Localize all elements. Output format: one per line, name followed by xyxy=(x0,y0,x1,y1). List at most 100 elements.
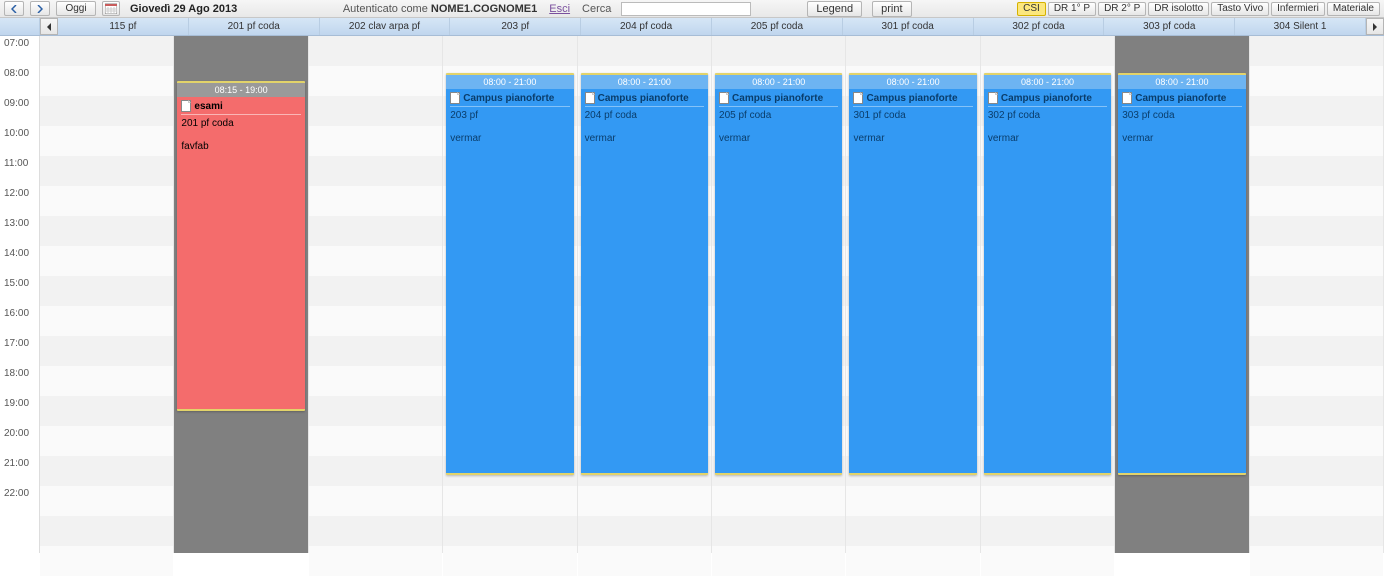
event-line: 301 pf coda xyxy=(853,110,972,121)
calendar-button[interactable] xyxy=(102,1,120,16)
search-label: Cerca xyxy=(582,3,611,15)
auth-text: Autenticato come NOME1.COGNOME1 xyxy=(343,3,537,15)
event-line: 204 pf coda xyxy=(585,110,704,121)
time-label: 15:00 xyxy=(4,278,29,289)
column-header[interactable]: 201 pf coda xyxy=(189,18,320,35)
event-title: Campus pianoforte xyxy=(1135,93,1226,104)
next-button[interactable] xyxy=(30,1,50,16)
document-icon xyxy=(1122,92,1132,104)
view-button[interactable]: DR isolotto xyxy=(1148,2,1209,16)
calendar-column[interactable] xyxy=(309,36,443,553)
event-line xyxy=(1122,122,1241,132)
event-line: 201 pf coda xyxy=(181,118,300,129)
legend-button[interactable]: Legend xyxy=(807,1,862,17)
view-button[interactable]: Materiale xyxy=(1327,2,1380,16)
time-row: 08:00 xyxy=(0,66,39,96)
calendar-column[interactable]: 08:00 - 21:00Campus pianoforte205 pf cod… xyxy=(712,36,846,553)
column-headers: 115 pf201 pf coda202 clav arpa pf203 pf2… xyxy=(58,18,1366,35)
calendar-icon xyxy=(105,3,117,14)
column-header[interactable]: 203 pf xyxy=(450,18,581,35)
calendar-column[interactable] xyxy=(40,36,174,553)
event-title: Campus pianoforte xyxy=(463,93,554,104)
time-row: 07:00 xyxy=(0,36,39,66)
view-button[interactable]: DR 2° P xyxy=(1098,2,1146,16)
calendar-column[interactable]: 08:00 - 21:00Campus pianoforte303 pf cod… xyxy=(1115,36,1249,553)
time-row: 22:00 xyxy=(0,486,39,516)
calendar-column[interactable] xyxy=(1250,36,1384,553)
calendar-column[interactable]: 08:00 - 21:00Campus pianoforte302 pf cod… xyxy=(981,36,1115,553)
column-header-row: 115 pf201 pf coda202 clav arpa pf203 pf2… xyxy=(0,18,1384,36)
time-label: 18:00 xyxy=(4,368,29,379)
event-line: vermar xyxy=(450,133,569,144)
time-gutter-head xyxy=(0,18,40,35)
calendar-column[interactable]: 08:00 - 21:00Campus pianoforte301 pf cod… xyxy=(846,36,980,553)
event-title: Campus pianoforte xyxy=(1001,93,1092,104)
time-label: 19:00 xyxy=(4,398,29,409)
event-time: 08:00 - 21:00 xyxy=(446,75,573,89)
event-time: 08:00 - 21:00 xyxy=(715,75,842,89)
calendar-grid: 07:0008:0009:0010:0011:0012:0013:0014:00… xyxy=(0,36,1384,553)
time-label: 21:00 xyxy=(4,458,29,469)
time-label: 20:00 xyxy=(4,428,29,439)
calendar-event[interactable]: 08:00 - 21:00Campus pianoforte204 pf cod… xyxy=(581,73,708,475)
time-row: 14:00 xyxy=(0,246,39,276)
time-label: 10:00 xyxy=(4,128,29,139)
column-header[interactable]: 204 pf coda xyxy=(581,18,712,35)
event-line: vermar xyxy=(988,133,1107,144)
time-row: 15:00 xyxy=(0,276,39,306)
time-row: 13:00 xyxy=(0,216,39,246)
time-label: 17:00 xyxy=(4,338,29,349)
event-line: vermar xyxy=(1122,133,1241,144)
time-label: 12:00 xyxy=(4,188,29,199)
event-time: 08:00 - 21:00 xyxy=(581,75,708,89)
document-icon xyxy=(585,92,595,104)
search-input[interactable] xyxy=(621,2,751,16)
calendar-column[interactable]: 08:15 - 19:00esami201 pf codafavfab xyxy=(174,36,308,553)
calendar-event[interactable]: 08:00 - 21:00 Campus pianoforte 203 pf verm… xyxy=(446,73,573,475)
view-button[interactable]: CSI xyxy=(1017,2,1046,16)
column-header[interactable]: 304 Silent 1 xyxy=(1235,18,1366,35)
time-row: 16:00 xyxy=(0,306,39,336)
today-button[interactable]: Oggi xyxy=(56,1,96,16)
calendar-column[interactable]: 08:00 - 21:00Campus pianoforte204 pf cod… xyxy=(578,36,712,553)
time-row: 18:00 xyxy=(0,366,39,396)
event-time: 08:00 - 21:00 xyxy=(1118,75,1245,89)
view-button[interactable]: Infermieri xyxy=(1271,2,1325,16)
event-line: 203 pf xyxy=(450,110,569,121)
time-label: 16:00 xyxy=(4,308,29,319)
calendar-columns: 08:15 - 19:00esami201 pf codafavfab 08:00… xyxy=(40,36,1384,553)
calendar-event[interactable]: 08:00 - 21:00Campus pianoforte205 pf cod… xyxy=(715,73,842,475)
column-header[interactable]: 301 pf coda xyxy=(843,18,974,35)
calendar-event[interactable]: 08:00 - 21:00Campus pianoforte301 pf cod… xyxy=(849,73,976,475)
event-line xyxy=(450,122,569,132)
print-button[interactable]: print xyxy=(872,1,911,17)
calendar-column[interactable]: 08:00 - 21:00 Campus pianoforte 203 pf verm… xyxy=(443,36,577,553)
view-button[interactable]: DR 1° P xyxy=(1048,2,1096,16)
prev-button[interactable] xyxy=(4,1,24,16)
column-header[interactable]: 303 pf coda xyxy=(1104,18,1235,35)
scroll-right-button[interactable] xyxy=(1366,18,1384,35)
logout-link[interactable]: Esci xyxy=(549,3,570,15)
event-time: 08:00 - 21:00 xyxy=(984,75,1111,89)
event-title: Campus pianoforte xyxy=(866,93,957,104)
column-header[interactable]: 115 pf xyxy=(58,18,189,35)
calendar-event[interactable]: 08:00 - 21:00Campus pianoforte303 pf cod… xyxy=(1118,73,1245,475)
column-header[interactable]: 205 pf coda xyxy=(712,18,843,35)
document-icon xyxy=(450,92,460,104)
view-button[interactable]: Tasto Vivo xyxy=(1211,2,1269,16)
time-label: 22:00 xyxy=(4,488,29,499)
scroll-left-button[interactable] xyxy=(40,18,58,35)
column-header[interactable]: 302 pf coda xyxy=(974,18,1105,35)
topbar: Oggi Giovedì 29 Ago 2013 Autenticato com… xyxy=(0,0,1384,18)
event-line: vermar xyxy=(585,133,704,144)
column-header[interactable]: 202 clav arpa pf xyxy=(320,18,451,35)
calendar-event[interactable]: 08:15 - 19:00esami201 pf codafavfab xyxy=(177,81,304,411)
time-label: 14:00 xyxy=(4,248,29,259)
time-row: 20:00 xyxy=(0,426,39,456)
time-gutter: 07:0008:0009:0010:0011:0012:0013:0014:00… xyxy=(0,36,40,553)
event-line: vermar xyxy=(719,133,838,144)
time-row: 19:00 xyxy=(0,396,39,426)
chevron-left-icon xyxy=(11,5,17,13)
event-line xyxy=(853,122,972,132)
calendar-event[interactable]: 08:00 - 21:00Campus pianoforte302 pf cod… xyxy=(984,73,1111,475)
